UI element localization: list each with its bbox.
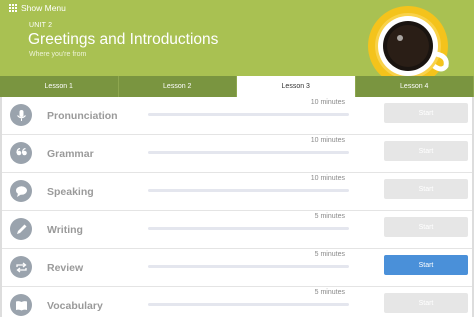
- activity-label: Writing: [47, 224, 83, 236]
- activity-row: Speaking 10 minutes Start: [2, 173, 472, 211]
- activity-progress-bar: [148, 189, 349, 192]
- book-icon: [10, 294, 32, 316]
- activity-duration: 10 minutes: [310, 137, 345, 144]
- microphone-icon: [10, 104, 32, 126]
- activity-row: Review 5 minutes Start: [2, 249, 472, 287]
- unit-title: Greetings and Introductions: [28, 31, 219, 48]
- activity-progress-bar: [148, 227, 349, 230]
- activity-progress-bar: [148, 151, 349, 154]
- activity-row: Pronunciation 10 minutes Start: [2, 97, 472, 135]
- grid-icon: [9, 4, 17, 12]
- activity-list: Pronunciation 10 minutes Start Grammar 10 mi…: [0, 97, 474, 317]
- start-button[interactable]: Start: [384, 141, 468, 161]
- start-button[interactable]: Start: [384, 293, 468, 313]
- lesson-tabs: Lesson 1 Lesson 2 Lesson 3 Lesson 4: [0, 76, 474, 97]
- speech-bubble-icon: [10, 180, 32, 202]
- start-button[interactable]: Start: [384, 179, 468, 199]
- activity-duration: 5 minutes: [314, 251, 345, 258]
- repeat-icon: [10, 256, 32, 278]
- activity-label: Speaking: [47, 186, 94, 198]
- activity-duration: 5 minutes: [314, 289, 345, 296]
- unit-header: Show Menu UNIT 2 Greetings and Introduct…: [0, 0, 474, 76]
- tab-lesson-2[interactable]: Lesson 2: [118, 76, 237, 97]
- activity-duration: 5 minutes: [314, 213, 345, 220]
- start-button[interactable]: Start: [384, 103, 468, 123]
- activity-row: Vocabulary 5 minutes Start: [2, 287, 472, 317]
- activity-progress-bar: [148, 265, 349, 268]
- show-menu-button[interactable]: Show Menu: [9, 2, 66, 14]
- activity-label: Grammar: [47, 148, 94, 160]
- activity-row: Writing 5 minutes Start: [2, 211, 472, 249]
- activity-progress-bar: [148, 113, 349, 116]
- pencil-icon: [10, 218, 32, 240]
- quote-icon: [10, 142, 32, 164]
- activity-label: Review: [47, 262, 84, 274]
- start-button[interactable]: Start: [384, 217, 468, 237]
- activity-duration: 10 minutes: [310, 175, 345, 182]
- unit-subtitle: Where you're from: [29, 51, 87, 58]
- activity-label: Pronunciation: [47, 110, 118, 122]
- tab-lesson-1[interactable]: Lesson 1: [0, 76, 119, 97]
- activity-progress-bar: [148, 303, 349, 306]
- coffee-cup-image: [368, 6, 449, 76]
- tab-lesson-3[interactable]: Lesson 3: [237, 76, 356, 97]
- tab-lesson-4[interactable]: Lesson 4: [355, 76, 474, 97]
- activity-label: Vocabulary: [47, 300, 103, 312]
- show-menu-label: Show Menu: [21, 3, 66, 13]
- unit-label: UNIT 2: [29, 22, 53, 29]
- activity-row: Grammar 10 minutes Start: [2, 135, 472, 173]
- activity-duration: 10 minutes: [310, 99, 345, 106]
- start-button[interactable]: Start: [384, 255, 468, 275]
